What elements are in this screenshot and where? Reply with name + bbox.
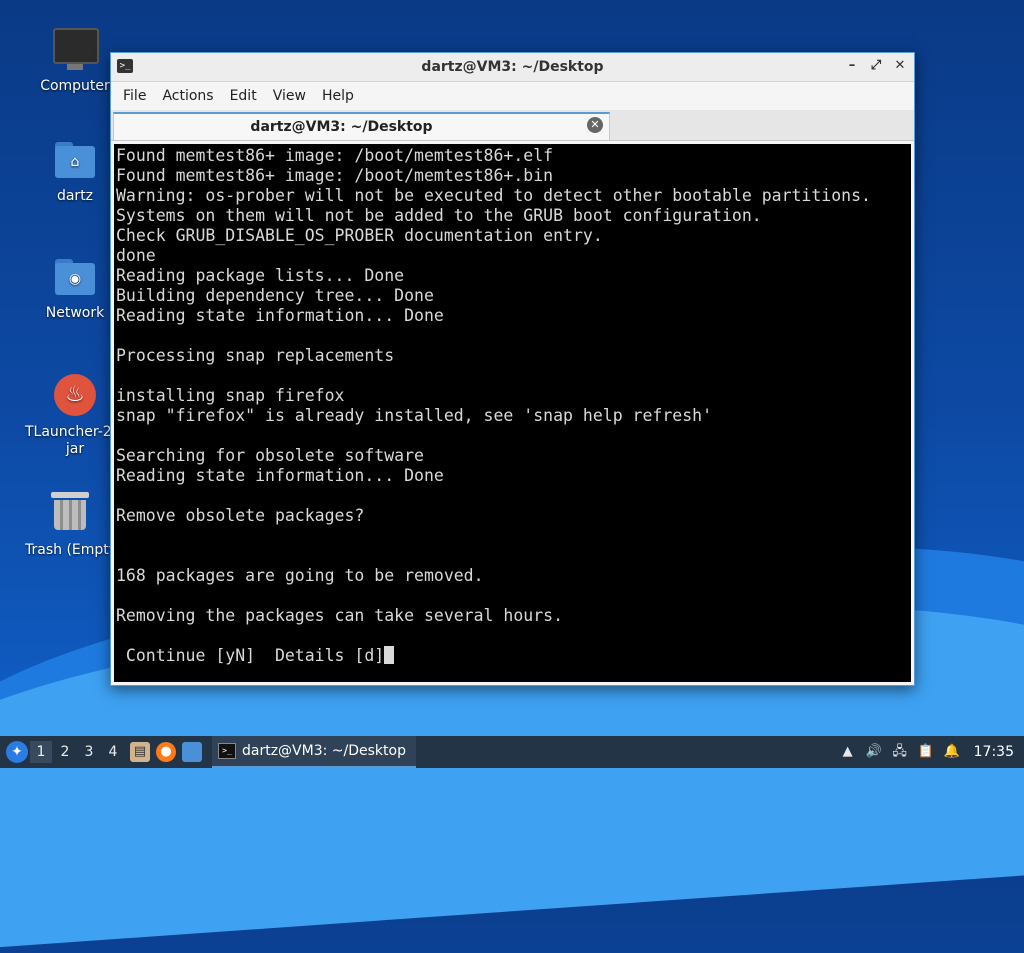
terminal-window[interactable]: >_ dartz@VM3: ~/Desktop – ⤢ ✕ File Actio…	[110, 52, 915, 686]
desktop-icon-trash[interactable]: Trash (Empty)	[25, 488, 115, 559]
menu-view[interactable]: View	[265, 84, 314, 108]
firefox-icon[interactable]: ●	[156, 742, 176, 762]
terminal-task-icon: >_	[218, 743, 236, 759]
tab-close-icon[interactable]: ✕	[587, 117, 603, 133]
menu-bar: File Actions Edit View Help	[111, 82, 914, 110]
menu-actions[interactable]: Actions	[154, 84, 221, 108]
clock[interactable]: 17:35	[974, 744, 1014, 760]
terminal-line: installing snap firefox	[116, 386, 345, 405]
file-manager-icon[interactable]: ▤	[130, 742, 150, 762]
taskbar-task-terminal[interactable]: >_ dartz@VM3: ~/Desktop	[212, 736, 416, 768]
terminal-line: Continue [yN] Details [d]	[116, 646, 911, 666]
menu-edit[interactable]: Edit	[222, 84, 265, 108]
task-label: dartz@VM3: ~/Desktop	[242, 743, 406, 759]
terminal-line: Searching for obsolete software	[116, 446, 424, 465]
taskbar: ✦ 1 2 3 4 ▤ ● >_ dartz@VM3: ~/Desktop ▲ …	[0, 736, 1024, 768]
java-icon: ♨	[53, 374, 97, 418]
terminal-line: 168 packages are going to be removed.	[116, 566, 484, 585]
notification-icon[interactable]: 🔔	[944, 744, 960, 760]
terminal-line: Warning: os-prober will not be executed …	[116, 186, 871, 205]
terminal-line: Found memtest86+ image: /boot/memtest86+…	[116, 166, 554, 185]
menu-help[interactable]: Help	[314, 84, 362, 108]
terminal-tab[interactable]: dartz@VM3: ~/Desktop ✕	[113, 112, 610, 140]
terminal-line: done	[116, 246, 156, 265]
terminal-line: Remove obsolete packages?	[116, 506, 365, 525]
terminal-text: Found memtest86+ image: /boot/memtest86+…	[114, 144, 911, 666]
update-notifier-icon[interactable]: ▲	[840, 744, 856, 760]
trash-icon	[48, 492, 92, 536]
workspace-4[interactable]: 4	[102, 741, 124, 763]
terminal-line: Removing the packages can take several h…	[116, 606, 564, 625]
terminal-line: Check GRUB_DISABLE_OS_PROBER documentati…	[116, 226, 603, 245]
terminal-line: Reading state information... Done	[116, 306, 444, 325]
home-folder-icon: ⌂	[53, 138, 97, 182]
terminal-line: Processing snap replacements	[116, 346, 395, 365]
terminal-cursor	[384, 646, 395, 664]
start-menu-icon[interactable]: ✦	[6, 741, 28, 763]
terminal-line: Building dependency tree... Done	[116, 286, 434, 305]
computer-icon	[53, 28, 99, 72]
desktop-icon-label: Trash (Empty)	[25, 542, 115, 558]
workspace-1[interactable]: 1	[30, 741, 52, 763]
volume-icon[interactable]: 🔊	[866, 744, 882, 760]
terminal-output[interactable]: Found memtest86+ image: /boot/memtest86+…	[114, 144, 911, 682]
terminal-line: Found memtest86+ image: /boot/memtest86+…	[116, 146, 554, 165]
terminal-line: Systems on them will not be added to the…	[116, 206, 762, 225]
network-icon[interactable]: 🖧	[892, 744, 908, 760]
window-titlebar[interactable]: >_ dartz@VM3: ~/Desktop – ⤢ ✕	[111, 53, 914, 82]
window-title: dartz@VM3: ~/Desktop	[421, 59, 604, 75]
maximize-button[interactable]: ⤢	[868, 57, 884, 75]
workspace-2[interactable]: 2	[54, 741, 76, 763]
menu-file[interactable]: File	[115, 84, 154, 108]
terminal-line: Reading state information... Done	[116, 466, 444, 485]
show-desktop-icon[interactable]	[182, 742, 202, 762]
clipboard-icon[interactable]: 📋	[918, 744, 934, 760]
minimize-button[interactable]: –	[844, 57, 860, 75]
network-folder-icon: ◉	[53, 255, 97, 299]
close-button[interactable]: ✕	[892, 57, 908, 75]
tab-title: dartz@VM3: ~/Desktop	[250, 119, 433, 135]
terminal-line: snap "firefox" is already installed, see…	[116, 406, 713, 425]
workspace-3[interactable]: 3	[78, 741, 100, 763]
system-tray: ▲ 🔊 🖧 📋 🔔 17:35	[840, 744, 1024, 760]
tab-bar: dartz@VM3: ~/Desktop ✕	[111, 110, 914, 141]
terminal-line: Reading package lists... Done	[116, 266, 405, 285]
